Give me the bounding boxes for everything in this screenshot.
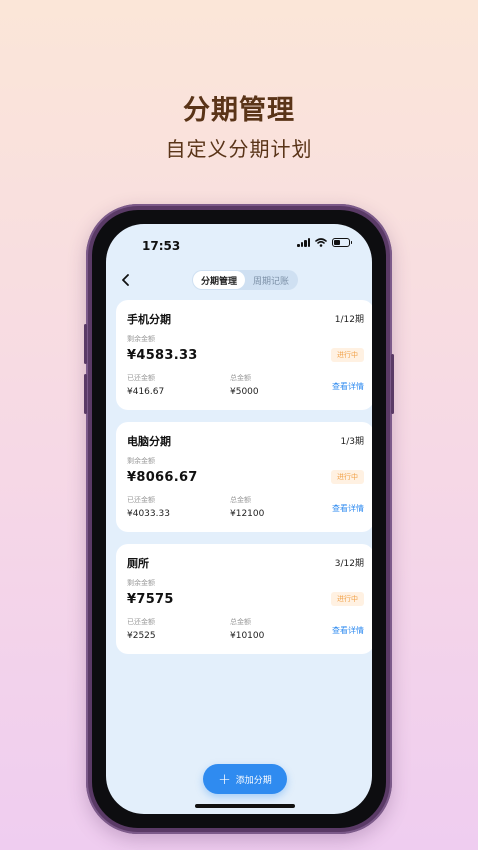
paid-amount: ¥416.67 [127, 387, 165, 397]
paid-label: 已还金额 [127, 374, 155, 382]
remaining-label: 剩余金额 [127, 579, 155, 587]
promo-subtitle: 自定义分期计划 [165, 137, 313, 161]
remaining-amount: ¥4583.33 [127, 348, 198, 363]
signal-icon [297, 238, 310, 247]
installment-period: 1/12期 [334, 315, 364, 325]
installment-name: 手机分期 [127, 313, 171, 326]
view-details-link[interactable]: 查看详情 [332, 625, 364, 636]
status-icons [297, 238, 352, 247]
plus-icon: + [218, 769, 231, 788]
volume-up-button [84, 324, 87, 364]
battery-icon [332, 238, 352, 247]
installment-card[interactable]: 厕所 3/12期 剩余金额 ¥7575 进行中 已还金额 ¥2525 总金额 ¥… [116, 544, 372, 654]
installment-period: 3/12期 [334, 559, 364, 569]
total-amount: ¥12100 [230, 509, 265, 519]
installment-card[interactable]: 电脑分期 1/3期 剩余金额 ¥8066.67 进行中 已还金额 ¥4033.3… [116, 422, 372, 532]
add-installment-label: 添加分期 [235, 775, 272, 786]
power-button [391, 354, 394, 414]
status-badge: 进行中 [331, 348, 364, 362]
total-label: 总金额 [230, 374, 251, 382]
status-bar: 17:53 [106, 224, 372, 264]
status-time: 17:53 [142, 239, 181, 253]
wifi-icon [315, 238, 327, 247]
paid-amount: ¥2525 [127, 631, 156, 641]
promo-title: 分期管理 [183, 95, 295, 126]
total-label: 总金额 [230, 618, 251, 626]
tab-installments[interactable]: 分期管理 [193, 271, 245, 289]
installment-period: 1/3期 [340, 437, 365, 447]
remaining-amount: ¥8066.67 [127, 470, 198, 485]
status-badge: 进行中 [331, 592, 364, 606]
nav-bar: 分期管理 周期记账 [106, 268, 372, 292]
segmented-tabs: 分期管理 周期记账 [192, 270, 298, 290]
total-amount: ¥10100 [230, 631, 265, 641]
total-amount: ¥5000 [230, 387, 259, 397]
tab-cycle-bookkeeping[interactable]: 周期记账 [245, 271, 297, 289]
view-details-link[interactable]: 查看详情 [332, 381, 364, 392]
remaining-label: 剩余金额 [127, 335, 155, 343]
paid-amount: ¥4033.33 [127, 509, 170, 519]
home-indicator [195, 804, 295, 808]
installment-name: 厕所 [127, 557, 149, 570]
installment-name: 电脑分期 [127, 435, 171, 448]
remaining-amount: ¥7575 [127, 592, 174, 607]
paid-label: 已还金额 [127, 496, 155, 504]
total-label: 总金额 [230, 496, 251, 504]
installment-card[interactable]: 手机分期 1/12期 剩余金额 ¥4583.33 进行中 已还金额 ¥416.6… [116, 300, 372, 410]
chevron-left-icon[interactable] [118, 272, 134, 288]
app-screen: 17:53 分期管理 周期记账 手机分期 1/12期 剩余金额 ¥4583.33… [106, 224, 372, 814]
volume-down-button [84, 374, 87, 414]
paid-label: 已还金额 [127, 618, 155, 626]
add-installment-button[interactable]: + 添加分期 [203, 764, 287, 794]
phone-bezel: 17:53 分期管理 周期记账 手机分期 1/12期 剩余金额 ¥4583.33… [92, 210, 386, 828]
remaining-label: 剩余金额 [127, 457, 155, 465]
view-details-link[interactable]: 查看详情 [332, 503, 364, 514]
phone-frame: 17:53 分期管理 周期记账 手机分期 1/12期 剩余金额 ¥4583.33… [84, 204, 394, 834]
status-badge: 进行中 [331, 470, 364, 484]
